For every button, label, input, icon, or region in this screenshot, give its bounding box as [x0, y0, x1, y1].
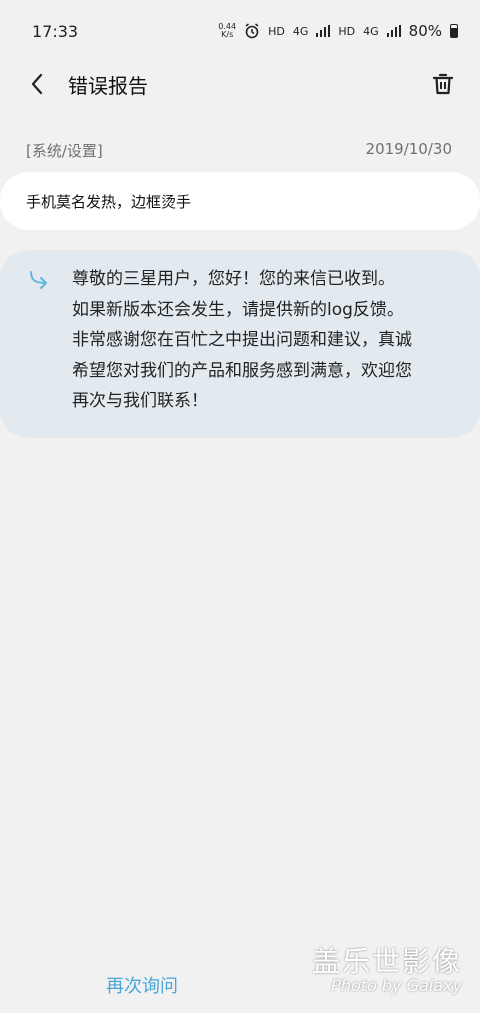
- status-bar: 17:33 0.44 K/s HD 4G HD 4G 80%: [0, 0, 480, 62]
- reply-line: 如果新版本还会发生，请提供新的log反馈。: [72, 299, 404, 320]
- reply-line: 非常感谢您在百忙之中提出问题和建议，真诚: [72, 330, 412, 350]
- watermark-subtitle: Photo by Galaxy: [331, 976, 462, 995]
- watermark-title: 盖乐世影像: [311, 945, 462, 978]
- network-speed: 0.44 K/s: [218, 23, 236, 39]
- chevron-left-icon: [31, 73, 43, 95]
- signal-icon-2: [386, 25, 401, 37]
- reply-line: 尊敬的三星用户，您好！您的来信已收到。: [72, 269, 395, 289]
- network-label-1: 4G: [292, 24, 309, 38]
- signal-icon-1: [316, 25, 331, 37]
- report-category: [系统/设置]: [26, 142, 103, 160]
- hd-label-1: HD: [268, 24, 285, 38]
- delete-button[interactable]: [426, 67, 460, 101]
- report-date: 2019/10/30: [365, 140, 452, 158]
- report-message-card: 手机莫名发热，边框烫手: [0, 172, 480, 230]
- watermark: 盖乐世影像 Photo by Galaxy: [312, 940, 462, 995]
- reply-line: 希望您对我们的产品和服务感到满意，欢迎您: [72, 360, 412, 381]
- hd-label-2: HD: [338, 24, 356, 38]
- alarm-icon: [245, 23, 259, 39]
- network-speed-unit: K/s: [221, 30, 234, 39]
- network-label-2: 4G: [363, 24, 379, 38]
- page-title: 错误报告: [68, 73, 148, 98]
- report-meta: [系统/设置] 2019/10/30: [26, 140, 452, 161]
- reply-card: 尊敬的三星用户，您好！您的来信已收到。 如果新版本还会发生，请提供新的log反馈…: [0, 250, 480, 438]
- battery-percent: 80%: [408, 22, 442, 40]
- status-time: 17:33: [32, 21, 79, 41]
- ask-again-button[interactable]: 再次询问: [106, 972, 178, 998]
- app-bar: 错误报告: [0, 62, 480, 106]
- status-icons: 0.44 K/s HD 4G HD 4G 80%: [218, 22, 458, 40]
- trash-icon: [433, 73, 453, 95]
- report-message: 手机莫名发热，边框烫手: [26, 192, 192, 211]
- reply-arrow-icon: [30, 271, 47, 289]
- back-button[interactable]: [20, 67, 54, 101]
- reply-line: 再次与我们联系！: [72, 391, 208, 411]
- battery-icon: [450, 24, 458, 38]
